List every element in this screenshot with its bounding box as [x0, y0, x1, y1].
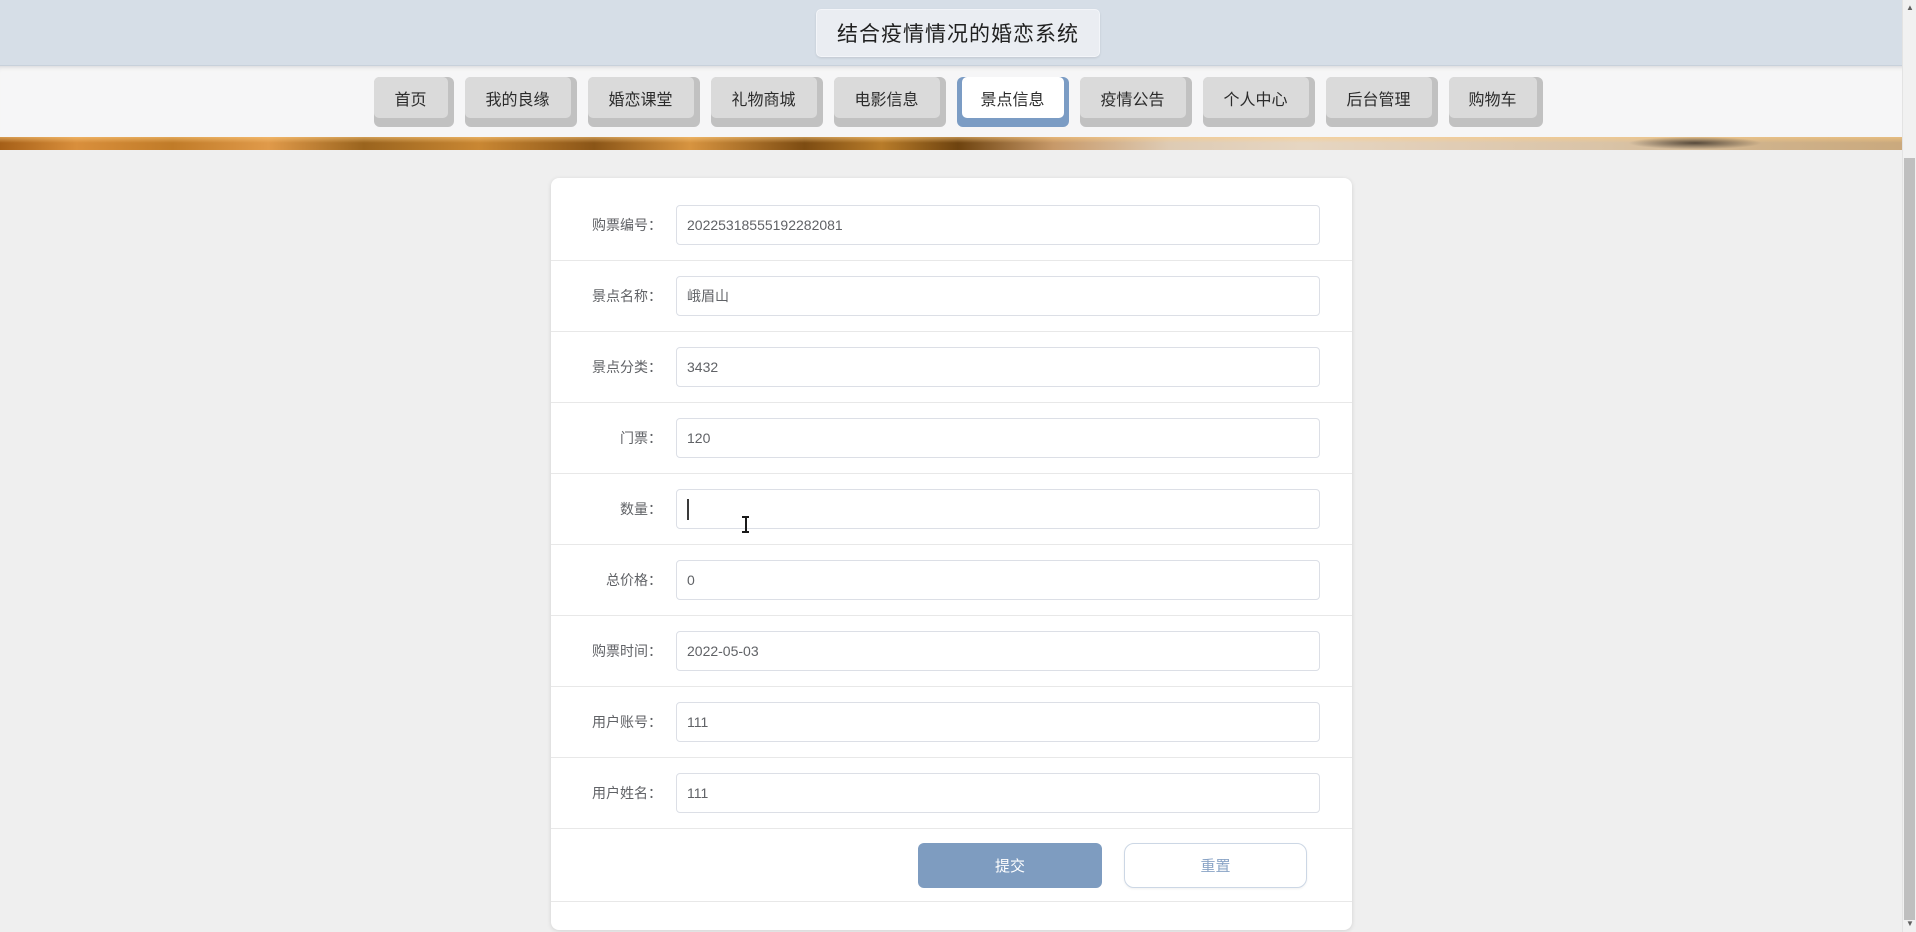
tab-cart[interactable]: 购物车 [1448, 77, 1543, 127]
scrollbar-up-arrow-icon[interactable]: ▲ [1903, 2, 1916, 14]
user-account-field[interactable] [676, 702, 1320, 742]
scenic-category-field[interactable] [676, 347, 1320, 387]
quantity-field[interactable] [676, 489, 1320, 529]
ibeam-cursor [741, 516, 750, 533]
user-name-label: 用户姓名： [592, 785, 662, 801]
scrollbar-thumb[interactable] [1904, 158, 1915, 920]
form-row-total-price: 总价格： [551, 545, 1352, 616]
tab-epidemic-notice-label: 疫情公告 [1079, 77, 1186, 118]
user-name-field[interactable] [676, 773, 1320, 813]
tab-scenic-info[interactable]: 景点信息 [956, 77, 1069, 127]
page-title: 结合疫情情况的婚恋系统 [816, 8, 1100, 57]
banner-image-strip [0, 137, 1916, 150]
tab-personal-center[interactable]: 个人中心 [1202, 77, 1315, 127]
form-row-user-name: 用户姓名： [551, 758, 1352, 829]
tab-marriage-class[interactable]: 婚恋课堂 [587, 77, 700, 127]
nav-tab-bar: 首页 我的良缘 婚恋课堂 礼物商城 电影信息 景点信息 疫情公告 个人中心 后台… [373, 77, 1543, 127]
user-account-label: 用户账号： [592, 714, 662, 730]
form-row-user-account: 用户账号： [551, 687, 1352, 758]
tab-marriage-class-label: 婚恋课堂 [587, 77, 694, 118]
tab-scenic-info-label: 景点信息 [961, 77, 1064, 118]
form-row-scenic-category: 景点分类： [551, 332, 1352, 403]
main-nav: 首页 我的良缘 婚恋课堂 礼物商城 电影信息 景点信息 疫情公告 个人中心 后台… [0, 66, 1916, 137]
ticket-number-label: 购票编号： [592, 217, 662, 233]
vertical-scrollbar[interactable]: ▲ ▼ [1902, 0, 1916, 932]
tab-admin[interactable]: 后台管理 [1325, 77, 1438, 127]
tab-gift-mall[interactable]: 礼物商城 [710, 77, 823, 127]
ibeam-cursor-bottom [742, 531, 749, 533]
form-row-purchase-date: 购票时间： [551, 616, 1352, 687]
form-row-ticket-price: 门票： [551, 403, 1352, 474]
ticket-price-label: 门票： [620, 430, 662, 446]
tab-admin-label: 后台管理 [1325, 77, 1432, 118]
total-price-label: 总价格： [606, 572, 662, 588]
purchase-date-label: 购票时间： [592, 643, 662, 659]
tab-movie-info[interactable]: 电影信息 [833, 77, 946, 127]
scrollbar-down-arrow-icon[interactable]: ▼ [1903, 918, 1916, 930]
purchase-date-field[interactable] [676, 631, 1320, 671]
scenic-name-field[interactable] [676, 276, 1320, 316]
tab-cart-label: 购物车 [1448, 77, 1537, 118]
form-row-quantity: 数量： [551, 474, 1352, 545]
tab-movie-info-label: 电影信息 [833, 77, 940, 118]
scenic-category-label: 景点分类： [592, 359, 662, 375]
tab-epidemic-notice[interactable]: 疫情公告 [1079, 77, 1192, 127]
form-row-scenic-name: 景点名称： [551, 261, 1352, 332]
form-actions-row: 提交 重置 [551, 829, 1352, 902]
tab-home[interactable]: 首页 [373, 77, 454, 127]
ibeam-cursor-stem [745, 517, 747, 532]
quantity-label: 数量： [620, 501, 662, 517]
tab-my-match[interactable]: 我的良缘 [464, 77, 577, 127]
scenic-name-label: 景点名称： [592, 288, 662, 304]
form-row-ticket-number: 购票编号： [551, 190, 1352, 261]
total-price-field[interactable] [676, 560, 1320, 600]
submit-button[interactable]: 提交 [918, 842, 1102, 888]
tab-my-match-label: 我的良缘 [464, 77, 571, 118]
tab-home-label: 首页 [373, 77, 448, 118]
ticket-price-field[interactable] [676, 418, 1320, 458]
reset-button[interactable]: 重置 [1124, 842, 1307, 888]
tab-gift-mall-label: 礼物商城 [710, 77, 817, 118]
text-caret [687, 499, 689, 520]
app-header: 结合疫情情况的婚恋系统 [0, 0, 1916, 66]
tab-personal-center-label: 个人中心 [1202, 77, 1309, 118]
ticket-form-card: 购票编号： 景点名称： 景点分类： 门票： 数量： 总价格： 购票时间： 用户账… [551, 178, 1352, 930]
ticket-number-field[interactable] [676, 205, 1320, 245]
